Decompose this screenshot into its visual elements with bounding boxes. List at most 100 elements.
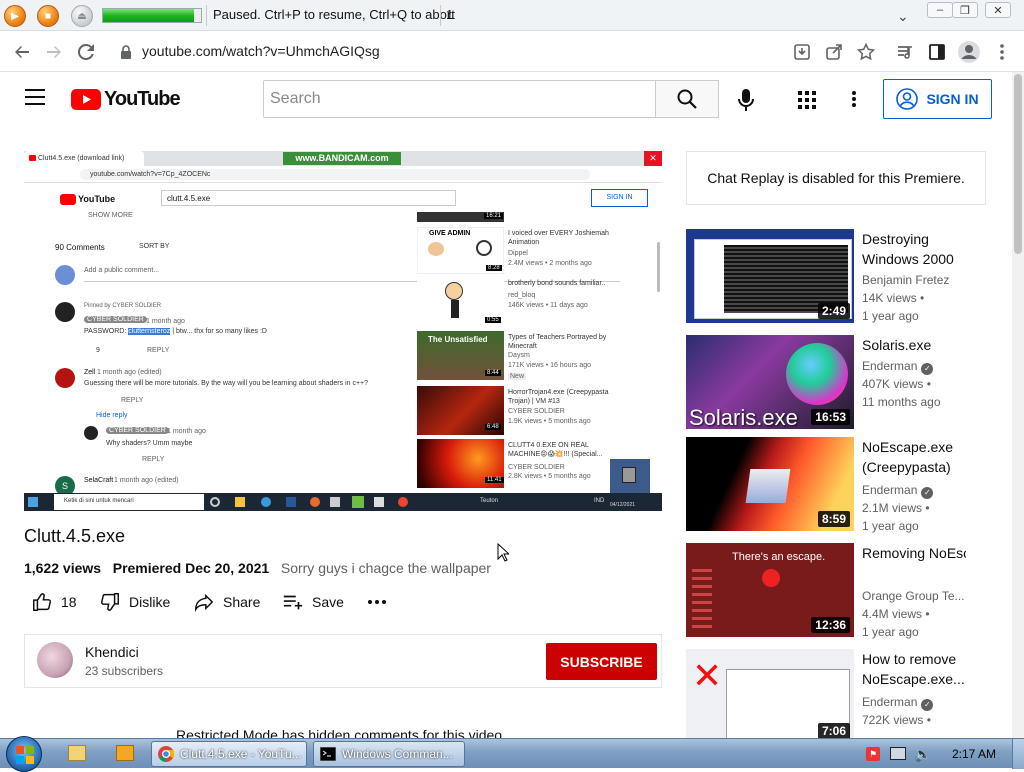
- inner-youtube-logo: [60, 194, 76, 205]
- start-button[interactable]: [6, 736, 42, 772]
- taskbar-task-cmd[interactable]: Windows Comman...: [313, 741, 465, 767]
- forward-arrow-icon[interactable]: [42, 40, 66, 64]
- media-queue-icon[interactable]: [893, 40, 917, 64]
- more-options-icon[interactable]: [852, 91, 856, 112]
- related-title[interactable]: NoEscape.exe (Creepypasta): [862, 437, 982, 477]
- inner-related-duration: 16:21: [484, 213, 504, 219]
- microphone-icon[interactable]: [736, 88, 756, 117]
- inner-taskbar-app-icon: [330, 497, 340, 507]
- taskbar-task-browser[interactable]: Clutt.4.5.exe - YouTu...: [151, 741, 307, 767]
- volume-icon[interactable]: 🔈: [914, 746, 931, 763]
- youtube-logo[interactable]: YouTube: [71, 88, 181, 111]
- related-thumbnail[interactable]: Solaris.exe 16:53: [686, 335, 854, 429]
- save-label: Save: [312, 594, 344, 610]
- taskbar-clock[interactable]: 2:17 AM: [952, 747, 996, 761]
- address-bar[interactable]: youtube.com/watch?v=UhmchAGIQsg: [142, 43, 380, 59]
- inner-avatar: [55, 368, 75, 388]
- search-button[interactable]: [655, 80, 719, 118]
- inner-comment-time: 1 month ago (edited): [114, 477, 179, 484]
- inner-comment-author: Zell: [84, 369, 96, 376]
- channel-name[interactable]: Khendici: [85, 644, 139, 660]
- related-channel-text: Enderman: [862, 695, 918, 709]
- playlist-add-icon: [283, 595, 303, 610]
- save-button[interactable]: Save: [282, 590, 344, 614]
- related-title[interactable]: Destroying Windows 2000: [862, 229, 982, 269]
- related-title[interactable]: Solaris.exe: [862, 335, 982, 355]
- stop-button[interactable]: ■: [37, 5, 59, 27]
- separator: [206, 5, 207, 26]
- bookmark-star-icon[interactable]: [854, 40, 878, 64]
- like-button[interactable]: 18: [31, 590, 77, 614]
- inner-related-title: HorrorTrojan4.exe (Creepypasta Trojan) |…: [508, 389, 609, 405]
- thumb-list: [692, 569, 712, 629]
- more-actions-button[interactable]: [368, 590, 386, 614]
- media-player-icon[interactable]: [116, 745, 134, 761]
- related-video[interactable]: 8:59 NoEscape.exe (Creepypasta) Enderman…: [686, 437, 1006, 533]
- related-channel[interactable]: Enderman ✓: [862, 695, 934, 711]
- apps-grid-icon[interactable]: [798, 91, 816, 114]
- related-channel[interactable]: Enderman ✓: [862, 483, 934, 499]
- related-age: 11 months ago: [862, 395, 941, 409]
- sign-in-button[interactable]: SIGN IN: [883, 79, 992, 119]
- lock-icon[interactable]: [114, 40, 138, 64]
- related-title[interactable]: How to remove NoEscape.exe...: [862, 649, 982, 689]
- inner-related-thumb: GIVE ADMIN 8:28: [417, 227, 504, 274]
- page-scrollbar[interactable]: [1012, 72, 1024, 740]
- minimize-button[interactable]: –: [927, 2, 953, 18]
- network-icon[interactable]: [890, 747, 906, 760]
- action-center-flag-icon[interactable]: ⚑: [866, 747, 880, 761]
- duration-badge: 8:59: [817, 511, 850, 527]
- related-views: 4.4M views •: [862, 607, 930, 621]
- related-views-text: 722K views: [862, 713, 924, 727]
- inner-comment-time: 1 month ago: [146, 318, 185, 325]
- share-label: Share: [223, 594, 261, 610]
- video-player[interactable]: Clutt4.5.exe (download link) www.BANDICA…: [24, 151, 662, 511]
- reload-icon[interactable]: [74, 40, 98, 64]
- view-count: 1,622 views: [24, 560, 102, 576]
- sign-in-label: SIGN IN: [926, 91, 979, 107]
- back-arrow-icon[interactable]: [10, 40, 34, 64]
- show-desktop-button[interactable]: [1012, 739, 1024, 769]
- search-input[interactable]: [264, 81, 656, 117]
- related-thumbnail[interactable]: There's an escape. 12:36: [686, 543, 854, 637]
- close-button[interactable]: ✕: [985, 2, 1011, 18]
- file-explorer-icon[interactable]: [68, 745, 86, 761]
- related-thumbnail[interactable]: ✕ 7:06: [686, 649, 854, 743]
- inner-url: youtube.com/watch?v=7Cp_4ZOCENc: [90, 171, 211, 178]
- related-title[interactable]: Removing NoEscape.exe...: [862, 543, 966, 563]
- share-page-icon[interactable]: [822, 40, 846, 64]
- inner-comment-author: CYBER SOLDIER: [106, 427, 169, 434]
- related-channel[interactable]: Orange Group Te...: [862, 589, 965, 603]
- inner-comment-text-post: | btw... thx for so many likes :D: [170, 328, 267, 335]
- related-channel[interactable]: Enderman ✓: [862, 359, 934, 375]
- inner-related-duration: 8:28: [486, 265, 502, 271]
- install-app-icon[interactable]: [790, 40, 814, 64]
- more-horizontal-icon: [368, 600, 386, 604]
- related-video[interactable]: ✕ 7:06 How to remove NoEscape.exe... End…: [686, 649, 1006, 745]
- scrollbar-thumb[interactable]: [1014, 74, 1022, 254]
- duration-badge: 2:49: [817, 303, 850, 319]
- related-video[interactable]: There's an escape. 12:36 Removing NoEsca…: [686, 543, 1006, 639]
- related-channel[interactable]: Benjamin Fretez: [862, 273, 949, 287]
- subscribe-button[interactable]: SUBSCRIBE: [546, 643, 657, 680]
- profile-avatar-icon[interactable]: [957, 40, 981, 64]
- related-thumbnail[interactable]: 8:59: [686, 437, 854, 531]
- related-thumbnail[interactable]: 2:49: [686, 229, 854, 323]
- related-video[interactable]: 2:49 Destroying Windows 2000 Benjamin Fr…: [686, 229, 1006, 325]
- eject-button[interactable]: ⏏: [71, 5, 93, 27]
- inner-related-channel: Dippel: [508, 250, 528, 257]
- related-video[interactable]: Solaris.exe 16:53 Solaris.exe Enderman ✓ …: [686, 335, 1006, 431]
- resume-button[interactable]: ▶: [4, 5, 26, 27]
- search-box[interactable]: [263, 80, 656, 118]
- dislike-button[interactable]: Dislike: [99, 590, 170, 614]
- side-panel-icon[interactable]: [925, 40, 949, 64]
- browser-menu-icon[interactable]: [990, 40, 1014, 64]
- chevron-down-icon[interactable]: ⌄: [897, 8, 909, 25]
- hamburger-menu-icon[interactable]: [24, 88, 46, 111]
- restore-button[interactable]: ❐: [952, 2, 978, 18]
- inner-related-channel: Daysm: [508, 352, 530, 359]
- inner-show-more: SHOW MORE: [88, 212, 133, 219]
- channel-avatar[interactable]: [37, 642, 73, 678]
- inner-youtube-header: YouTube clutt.4.5.exe SIGN IN: [24, 184, 662, 212]
- share-button[interactable]: Share: [193, 590, 260, 614]
